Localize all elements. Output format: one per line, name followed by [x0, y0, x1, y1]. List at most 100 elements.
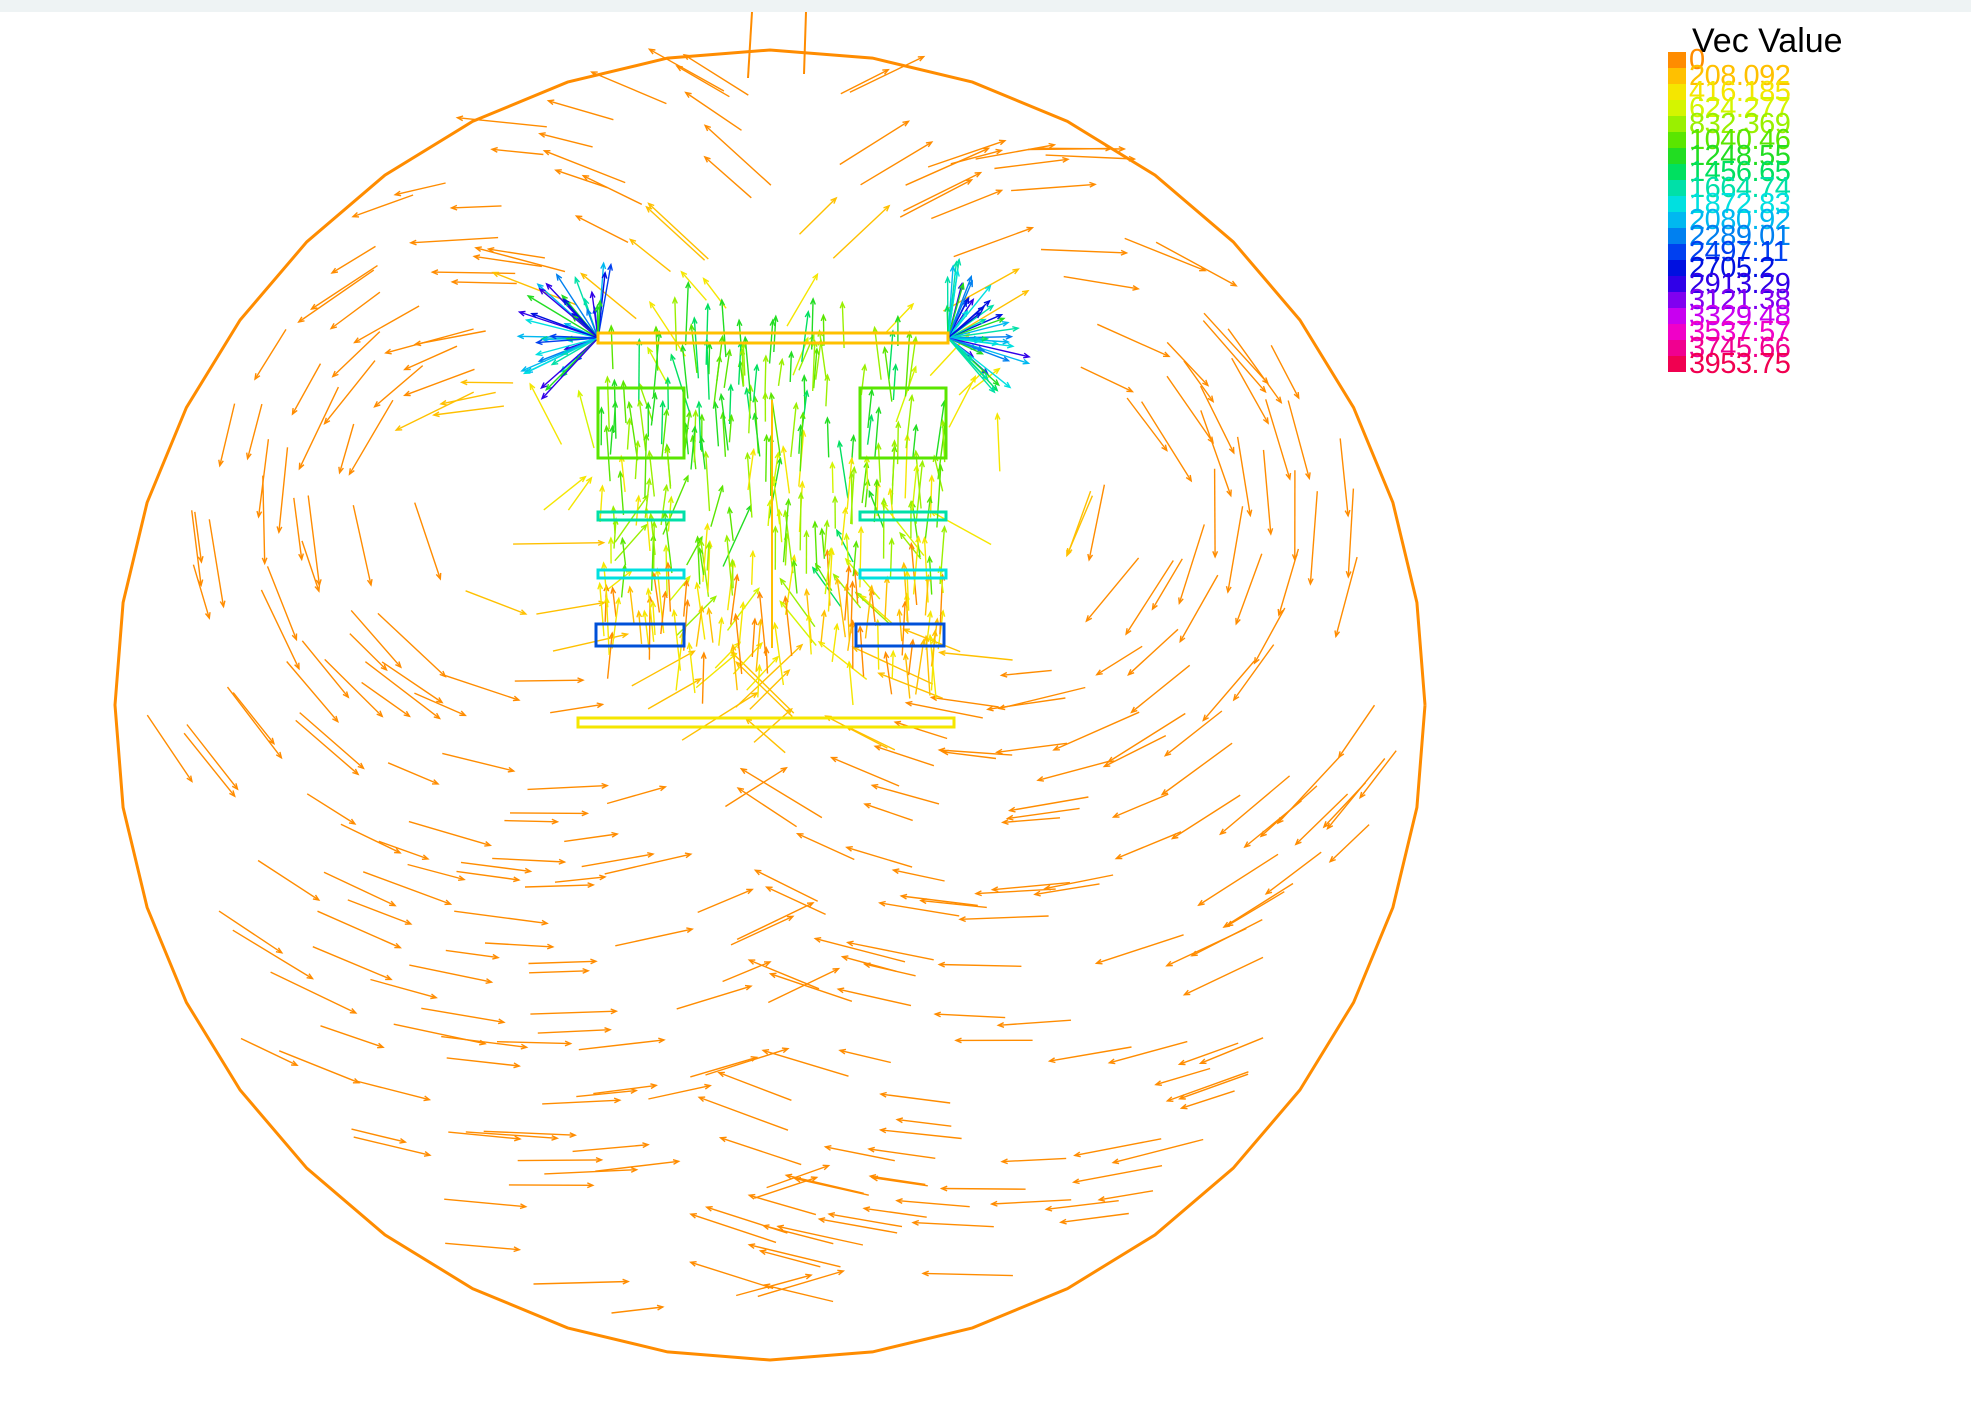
field-arrow-shaft	[554, 876, 606, 883]
field-arrow-shaft	[1202, 660, 1255, 721]
field-arrow-shaft	[352, 505, 372, 586]
field-arrow	[689, 1261, 774, 1290]
field-arrow	[514, 677, 585, 684]
field-arrow-shaft	[749, 1194, 817, 1216]
field-arrow	[393, 182, 446, 197]
field-arrow	[331, 331, 381, 378]
field-arrow	[362, 871, 453, 906]
field-arrow-shaft	[1166, 375, 1214, 443]
field-arrow-shaft	[831, 462, 834, 494]
field-arrow-shaft	[1167, 1071, 1249, 1102]
field-arrow	[254, 329, 287, 381]
field-arrow-shaft	[465, 590, 527, 615]
field-arrow-shaft	[839, 1049, 891, 1064]
field-arrow	[790, 401, 799, 457]
field-arrow-shaft	[842, 956, 897, 972]
field-arrow	[636, 609, 643, 644]
field-arrow-shaft	[840, 69, 889, 95]
field-arrow	[819, 527, 826, 559]
field-arrow	[377, 612, 447, 678]
field-arrow	[696, 400, 703, 451]
field-arrow	[860, 363, 868, 396]
field-arrow	[536, 600, 607, 615]
field-arrow	[875, 442, 882, 483]
field-arrow	[870, 783, 940, 805]
field-arrow	[329, 291, 381, 330]
field-arrow-shaft	[599, 583, 605, 637]
field-arrow	[728, 413, 735, 443]
right-bar-1	[858, 510, 948, 522]
field-arrow	[684, 91, 742, 131]
field-arrow-shaft	[685, 91, 742, 131]
field-arrow-shaft	[870, 1175, 926, 1186]
field-arrow-shaft	[753, 413, 761, 457]
field-arrow	[183, 732, 236, 798]
field-arrow-shaft	[542, 1099, 620, 1105]
field-arrow-shaft	[451, 205, 502, 209]
field-arrow-shaft	[799, 197, 837, 235]
field-arrow	[348, 399, 394, 476]
field-arrow	[697, 1096, 789, 1131]
field-arrow	[749, 549, 756, 585]
field-arrow-shaft	[880, 1093, 951, 1104]
field-arrow	[270, 971, 358, 1014]
field-arrow	[1334, 556, 1358, 639]
field-arrow-shaft	[1155, 1067, 1211, 1086]
field-arrow	[1265, 399, 1292, 481]
field-arrow-shaft	[904, 654, 911, 699]
field-arrow	[307, 495, 322, 587]
field-arrow-shaft	[879, 902, 960, 917]
field-arrow-shaft	[550, 703, 603, 714]
field-arrow	[777, 357, 785, 386]
field-arrow	[1125, 560, 1174, 636]
field-arrow	[904, 700, 983, 719]
field-arrow	[1253, 607, 1286, 665]
field-arrow	[456, 870, 521, 883]
field-arrow	[509, 810, 590, 817]
field-arrow-shaft	[528, 960, 597, 965]
field-arrow-shaft	[374, 365, 424, 408]
field-arrow	[697, 888, 754, 914]
field-arrow	[645, 401, 652, 437]
field-arrow	[631, 650, 696, 687]
field-arrow	[868, 1174, 926, 1186]
field-arrow-shaft	[732, 645, 738, 691]
field-arrow	[698, 435, 706, 470]
field-arrow	[606, 569, 634, 591]
field-arrow	[824, 416, 831, 458]
field-arrow	[1163, 710, 1223, 757]
field-arrow-shaft	[1339, 438, 1349, 516]
field-arrow	[413, 330, 486, 347]
field-arrow-shaft	[1166, 927, 1247, 967]
field-arrow	[351, 1128, 408, 1144]
field-arrow	[1071, 1165, 1163, 1185]
field-arrow	[192, 564, 211, 620]
field-arrow-shaft	[278, 1050, 360, 1084]
field-arrow-shaft	[628, 402, 639, 461]
field-arrow	[323, 360, 376, 426]
field-arrow	[994, 156, 1070, 170]
field-arrow-shaft	[714, 642, 741, 669]
field-arrow	[146, 714, 193, 783]
field-arrow-shaft	[410, 236, 499, 244]
field-arrow-shaft	[1124, 237, 1206, 272]
field-arrow-shaft	[311, 265, 378, 310]
field-arrow	[260, 589, 300, 671]
field-arrow	[1179, 574, 1219, 644]
field-arrow-shaft	[708, 343, 711, 375]
field-arrow	[727, 506, 734, 541]
field-arrow	[504, 818, 560, 825]
field-arrow	[278, 1050, 361, 1084]
field-arrow	[550, 702, 605, 714]
field-arrow-shaft	[605, 426, 611, 482]
field-arrow	[299, 712, 365, 770]
field-arrow-shaft	[298, 386, 340, 470]
field-arrow-shaft	[552, 633, 628, 652]
field-arrow	[722, 961, 772, 983]
field-arrow-shaft	[1183, 360, 1214, 402]
field-arrow	[791, 558, 798, 594]
field-arrow-shaft	[262, 475, 266, 564]
field-arrow	[1264, 851, 1322, 895]
field-arrow-shaft	[738, 602, 744, 644]
field-arrow-shaft	[927, 140, 1006, 168]
